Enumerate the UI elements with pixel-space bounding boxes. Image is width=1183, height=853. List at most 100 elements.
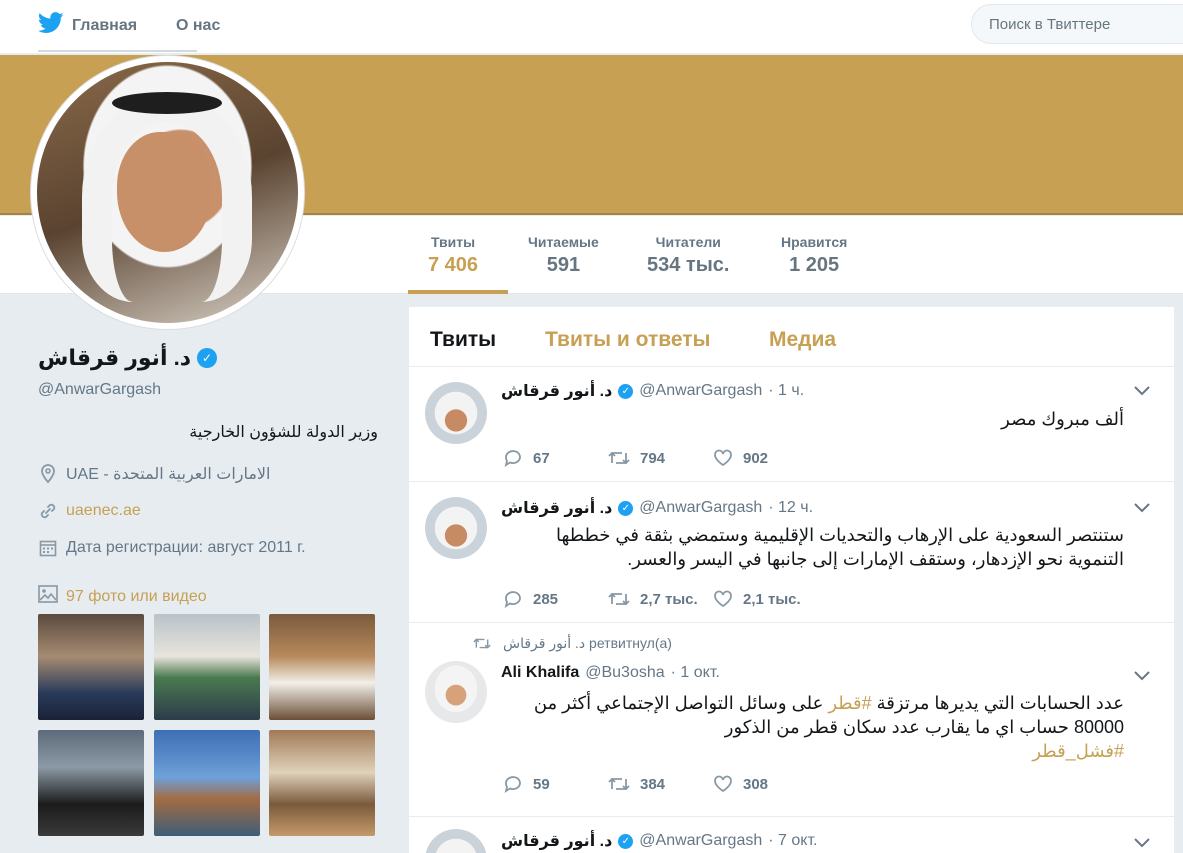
photos-label: 97 фото или видео <box>66 587 207 605</box>
tweet-avatar[interactable] <box>425 382 487 444</box>
search-input[interactable]: Поиск в Твиттере <box>971 4 1183 44</box>
photo-thumbnail[interactable] <box>154 730 260 836</box>
retweet-context: د. أنور قرقاش ретвитнул(а) <box>473 635 672 652</box>
hashtag-link[interactable]: #فشل_قطر <box>1032 741 1124 761</box>
chevron-down-icon[interactable] <box>1134 835 1150 853</box>
nav-home-label: Главная <box>72 17 138 34</box>
tweet[interactable]: د. أنور قرقاش ✓ @AnwarGargash · 7 окт. <box>409 817 1174 853</box>
photo-thumbnail[interactable] <box>38 614 144 720</box>
like-button[interactable]: 2,1 тыс. <box>713 590 818 608</box>
image-icon <box>38 585 58 608</box>
stat-value: 591 <box>546 254 581 276</box>
tweet[interactable]: د. أنور قرقاش ретвитнул(а) Ali Khalifa @… <box>409 623 1174 817</box>
tweet-avatar[interactable] <box>425 829 487 853</box>
stat-value: 534 тыс. <box>647 254 730 276</box>
tweet-actions: 285 2,7 тыс. 2,1 тыс. <box>503 590 818 608</box>
heart-icon <box>714 590 732 608</box>
chevron-down-icon[interactable] <box>1134 668 1150 686</box>
photo-thumbnail[interactable] <box>154 614 260 720</box>
reply-button[interactable]: 59 <box>503 775 608 793</box>
profile-handle[interactable]: @AnwarGargash <box>38 381 161 399</box>
website-link[interactable]: uaenec.ae <box>66 502 141 520</box>
retweet-icon <box>608 451 630 465</box>
tweet-header: د. أنور قرقاش ✓ @AnwarGargash · 12 ч. <box>501 498 813 518</box>
tweet-time[interactable]: · 1 окт. <box>671 664 720 682</box>
tweet-author-name[interactable]: د. أنور قرقاش <box>501 381 612 401</box>
nav-home-link[interactable]: Главная <box>38 12 198 52</box>
reply-icon <box>504 591 521 608</box>
tab-media[interactable]: Медиа <box>769 328 836 352</box>
tweet-author-handle[interactable]: @AnwarGargash <box>639 382 762 400</box>
twitter-bird-icon <box>38 12 64 33</box>
tweet[interactable]: د. أنور قرقاش ✓ @AnwarGargash · 12 ч. ست… <box>409 482 1174 623</box>
retweet-button[interactable]: 794 <box>608 450 713 467</box>
reply-count: 285 <box>533 590 559 608</box>
joined-text: Дата регистрации: август 2011 г. <box>66 539 306 556</box>
reply-count: 59 <box>533 775 550 793</box>
stat-value: 1 205 <box>789 254 840 276</box>
tweet-author-name[interactable]: Ali Khalifa <box>501 664 579 682</box>
verified-badge-icon: ✓ <box>618 833 634 849</box>
profile-location: UAE - الامارات العربية المتحدة <box>38 464 271 484</box>
tweet-avatar[interactable] <box>425 661 487 723</box>
tweet-text: ألف مبروك مصر <box>1001 409 1124 429</box>
retweet-count: 2,7 тыс. <box>640 590 698 608</box>
profile-avatar[interactable] <box>31 56 304 329</box>
tweet-author-handle[interactable]: @AnwarGargash <box>639 499 762 517</box>
stat-label: Нравится <box>781 234 848 250</box>
tweet[interactable]: د. أنور قرقاش ✓ @AnwarGargash · 1 ч. ألف… <box>409 367 1174 482</box>
stat-tweets[interactable]: Твиты 7 406 <box>428 234 478 277</box>
tweet-time[interactable]: · 1 ч. <box>768 382 804 400</box>
reply-button[interactable]: 285 <box>503 590 608 608</box>
nav-about-link[interactable]: О нас <box>176 17 220 35</box>
photo-thumbnail[interactable] <box>38 730 144 836</box>
tweet-time[interactable]: · 12 ч. <box>768 499 813 517</box>
retweet-context-text[interactable]: د. أنور قرقاش ретвитнул(а) <box>503 635 672 652</box>
profile-name-text: د. أنور قرقاش <box>38 345 192 370</box>
active-stat-underline <box>408 290 508 294</box>
stat-label: Читатели <box>655 234 721 250</box>
heart-icon <box>714 449 732 467</box>
profile-name[interactable]: د. أنور قرقاش ✓ <box>38 345 218 371</box>
heart-icon <box>714 775 732 793</box>
photos-videos-link[interactable]: 97 фото или видео <box>38 585 207 608</box>
retweet-icon <box>608 592 630 606</box>
tweet-author-name[interactable]: د. أنور قرقاش <box>501 498 612 518</box>
photo-thumbnail[interactable] <box>269 730 375 836</box>
like-count: 902 <box>743 449 769 467</box>
tweet-header: د. أنور قرقاش ✓ @AnwarGargash · 7 окт. <box>501 831 817 851</box>
like-button[interactable]: 902 <box>713 449 818 467</box>
tweet-text: ستنتصر السعودية على الإرهاب والتحديات ال… <box>555 525 1124 569</box>
chevron-down-icon[interactable] <box>1134 383 1150 401</box>
chevron-down-icon[interactable] <box>1134 500 1150 518</box>
tweet-header: Ali Khalifa @Bu3osha · 1 окт. <box>501 664 720 682</box>
top-navigation: Главная О нас Поиск в Твиттере <box>0 0 1183 54</box>
timeline: Твиты Твиты и ответы Медиа د. أنور قرقاش… <box>409 307 1174 853</box>
tweet-text-part: عدد الحسابات التي يديرها مرتزقة <box>871 693 1124 713</box>
like-button[interactable]: 308 <box>713 775 818 793</box>
stat-followers[interactable]: Читатели 534 тыс. <box>647 234 729 277</box>
tweet-avatar[interactable] <box>425 497 487 559</box>
profile-website[interactable]: uaenec.ae <box>38 501 141 521</box>
retweet-button[interactable]: 384 <box>608 776 713 793</box>
stat-label: Читаемые <box>528 234 599 250</box>
reply-icon <box>504 776 521 793</box>
stat-following[interactable]: Читаемые 591 <box>528 234 599 277</box>
hashtag-link[interactable]: #قطر <box>828 693 871 713</box>
link-icon <box>38 501 58 521</box>
verified-badge-icon: ✓ <box>618 383 634 399</box>
tweet-author-name[interactable]: د. أنور قرقاش <box>501 831 612 851</box>
tab-tweets[interactable]: Твиты <box>430 328 496 352</box>
tweet-author-handle[interactable]: @Bu3osha <box>585 664 664 682</box>
tweet-author-handle[interactable]: @AnwarGargash <box>639 832 762 850</box>
timeline-tabs: Твиты Твиты и ответы Медиа <box>409 307 1174 367</box>
profile-joined: Дата регистрации: август 2011 г. <box>38 538 306 558</box>
retweet-button[interactable]: 2,7 тыс. <box>608 591 713 608</box>
stat-likes[interactable]: Нравится 1 205 <box>781 234 847 277</box>
photo-thumbnail[interactable] <box>269 614 375 720</box>
reply-button[interactable]: 67 <box>503 449 608 467</box>
like-count: 308 <box>743 775 769 793</box>
location-pin-icon <box>38 464 58 484</box>
tweet-time[interactable]: · 7 окт. <box>768 832 817 850</box>
tab-tweets-replies[interactable]: Твиты и ответы <box>545 328 711 352</box>
